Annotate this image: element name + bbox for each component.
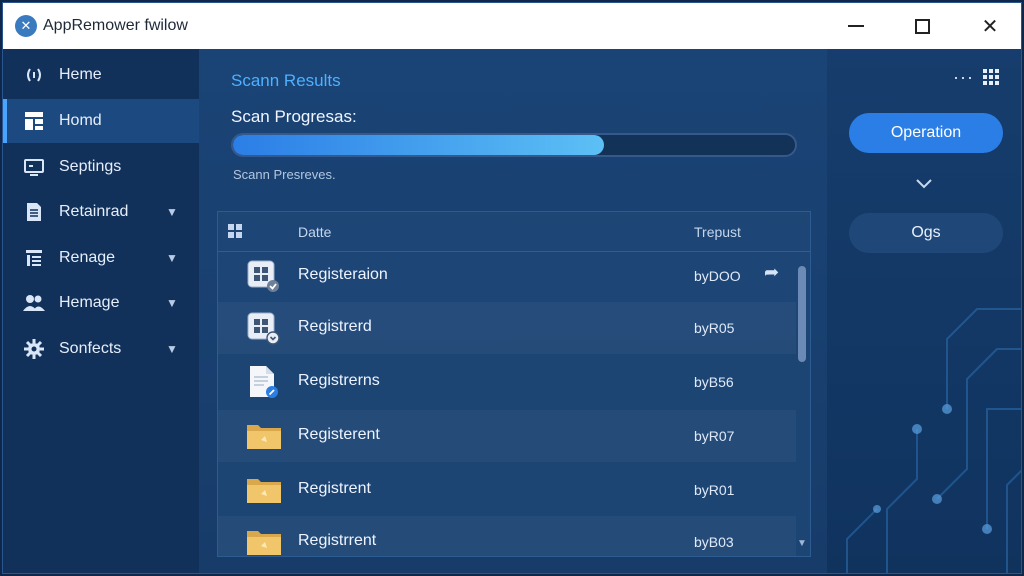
- sidebar-item-label: Septings: [59, 158, 122, 175]
- gear-icon: [23, 338, 45, 360]
- table-grid-icon[interactable]: [228, 224, 242, 238]
- row-value: byDOO: [694, 268, 741, 284]
- results-table: Datte Trepust Registeraion byDOO ➦ Regis…: [217, 211, 811, 557]
- row-value: byR05: [694, 320, 735, 336]
- row-value: byB56: [694, 374, 734, 390]
- row-name: Registerent: [298, 426, 380, 443]
- signal-icon: [23, 64, 45, 86]
- document-icon: [23, 201, 45, 223]
- grid-view-icon[interactable]: [983, 69, 999, 85]
- maximize-icon: [914, 18, 930, 34]
- chevron-down-icon: ▼: [166, 205, 178, 219]
- row-name: Registrerns: [298, 372, 380, 389]
- title-bar: ✕ AppRemower fwilow ✕: [3, 3, 1021, 49]
- sidebar-item-sonfects[interactable]: Sonfects ▼: [3, 327, 199, 371]
- minimize-icon: [848, 25, 864, 27]
- row-value: byR07: [694, 428, 735, 444]
- list-icon: [23, 247, 45, 269]
- sidebar-item-label: Heme: [59, 66, 102, 83]
- ogs-button[interactable]: Ogs: [849, 213, 1003, 253]
- chevron-down-icon[interactable]: [915, 177, 933, 193]
- circuit-background-decoration: [846, 308, 1021, 573]
- folder-icon: [246, 419, 281, 453]
- row-name: Registeraion: [298, 266, 388, 283]
- row-name: Registrent: [298, 480, 371, 497]
- scan-progress-bar: [231, 133, 797, 157]
- right-panel: ··· Operation Ogs: [827, 49, 1021, 573]
- row-name: Registrerd: [298, 318, 372, 335]
- table-row[interactable]: Registeraion byDOO ➦: [218, 250, 796, 302]
- row-name: Registrrent: [298, 532, 377, 549]
- app-logo-icon: ✕: [15, 15, 37, 37]
- progress-label: Scan Progresas:: [231, 107, 357, 126]
- progress-status-text: Scann Presreves.: [233, 167, 336, 182]
- people-icon: [23, 292, 45, 314]
- sidebar-item-label: Hemage: [59, 294, 120, 311]
- app-window: ✕ AppRemower fwilow ✕ Heme Homd Septings: [2, 2, 1022, 574]
- app-grid-down-icon: [246, 311, 280, 345]
- row-value: byB03: [694, 534, 734, 550]
- share-arrow-icon[interactable]: ➦: [764, 262, 779, 283]
- column-header-date[interactable]: Datte: [298, 224, 331, 240]
- scroll-down-icon[interactable]: ▼: [797, 538, 807, 549]
- minimize-button[interactable]: [833, 11, 879, 41]
- sidebar-item-retainrad[interactable]: Retainrad ▼: [3, 190, 199, 234]
- operation-button[interactable]: Operation: [849, 113, 1003, 153]
- table-header: Datte Trepust: [218, 212, 810, 252]
- main-content: Scann Results Scan Progresas: Scann Pres…: [199, 49, 827, 573]
- table-row[interactable]: Registrerns byB56: [218, 356, 796, 408]
- table-row[interactable]: Registrent byR01: [218, 464, 796, 516]
- sidebar: Heme Homd Septings Retainrad ▼ Renage ▼ …: [3, 49, 199, 573]
- sidebar-item-renage[interactable]: Renage ▼: [3, 236, 199, 280]
- table-row[interactable]: Registrrent byB03: [218, 516, 796, 556]
- chevron-down-icon: ▼: [166, 296, 178, 310]
- folder-icon: [246, 473, 281, 507]
- column-header-trepust[interactable]: Trepust: [694, 224, 741, 240]
- close-button[interactable]: ✕: [967, 11, 1013, 41]
- sidebar-item-homd[interactable]: Homd: [3, 99, 199, 143]
- sidebar-item-label: Renage: [59, 249, 116, 266]
- page-title: Scann Results: [231, 71, 341, 90]
- app-grid-check-icon: [246, 259, 280, 293]
- progress-fill: [233, 135, 604, 155]
- folder-icon: [246, 525, 281, 556]
- window-title: AppRemower fwilow: [43, 17, 188, 34]
- sidebar-item-hemage[interactable]: Hemage ▼: [3, 281, 199, 325]
- chevron-down-icon: ▼: [166, 342, 178, 356]
- sidebar-item-label: Retainrad: [59, 203, 129, 220]
- sidebar-item-label: Homd: [59, 112, 102, 129]
- table-row[interactable]: Registrerd byR05: [218, 302, 796, 354]
- close-icon: ✕: [981, 15, 999, 38]
- sidebar-item-label: Sonfects: [59, 340, 122, 357]
- sidebar-item-septings[interactable]: Septings: [3, 145, 199, 189]
- scrollbar-thumb[interactable]: [798, 266, 806, 362]
- chevron-down-icon: ▼: [166, 251, 178, 265]
- maximize-button[interactable]: [899, 11, 945, 41]
- grid-icon: [23, 110, 45, 132]
- table-row[interactable]: Registerent byR07: [218, 410, 796, 462]
- table-scrollbar[interactable]: ▼: [796, 258, 808, 554]
- settings-screen-icon: [23, 156, 45, 178]
- more-options-icon[interactable]: ···: [953, 67, 974, 88]
- row-value: byR01: [694, 482, 735, 498]
- document-pin-icon: [246, 365, 280, 399]
- sidebar-item-heme[interactable]: Heme: [3, 53, 199, 97]
